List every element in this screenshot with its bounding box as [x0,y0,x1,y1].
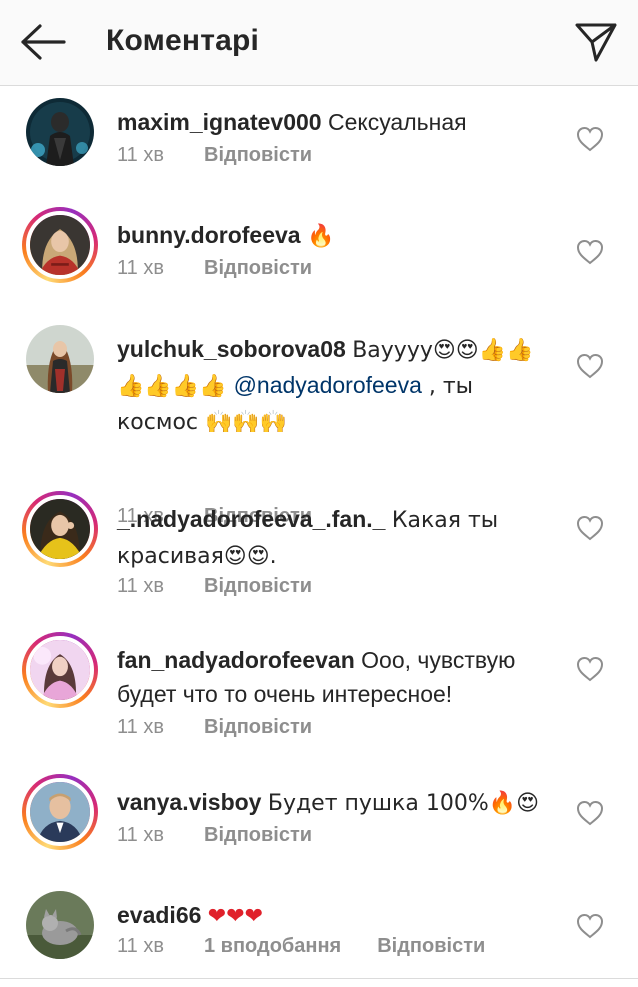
comment-time: 11 хв [117,144,164,166]
comment-meta: 11 хв Відповісти [117,824,312,847]
avatar[interactable] [22,887,98,963]
divider [0,978,638,979]
comment-time: 11 хв [117,257,164,279]
avatar[interactable] [22,491,98,567]
comment-meta: 11 хв Відповісти [117,144,312,167]
page-title: Коментарі [106,24,260,57]
comment-body: Сексуальная [327,109,467,135]
heart-icon[interactable] [576,913,604,939]
comment-body: 🔥 [307,224,335,249]
comment-body: Будет пушка 100%🔥😍 [267,791,540,816]
comment-text: evadi66 ❤❤❤ [117,898,547,934]
avatar-image [26,636,94,704]
heart-icon[interactable] [576,656,604,682]
avatar[interactable] [22,632,98,708]
avatar-image [26,495,94,563]
comment-text: bunny.dorofeeva 🔥 [117,218,547,254]
comment-username[interactable]: bunny.dorofeeva [117,222,301,248]
heart-icon[interactable] [576,353,604,379]
avatar-image [26,778,94,846]
heart-icon[interactable] [576,515,604,541]
comment-username[interactable]: evadi66 [117,902,201,928]
comment-time: 11 хв [117,575,164,597]
comment-meta: 11 хв Відповісти [117,716,312,739]
comment-text: yulchuk_soborova08 Вауууу😍😍👍👍👍👍👍👍 @nadya… [117,332,547,440]
comment-meta: 11 хв Відповісти [117,575,312,598]
comment-body: ❤❤❤ [207,904,264,929]
likes-count[interactable]: 1 вподобання [204,935,341,957]
comment-username[interactable]: vanya.visboy [117,789,261,815]
comment-username[interactable]: _.nadyadorofeeva_.fan._ [117,506,385,532]
reply-button[interactable]: Відповісти [204,575,312,597]
reply-button[interactable]: Відповісти [204,257,312,279]
reply-button[interactable]: Відповісти [377,935,485,957]
avatar[interactable] [22,321,98,397]
comment-username[interactable]: yulchuk_soborova08 [117,336,346,362]
comment-time: 11 хв [117,716,164,738]
paper-plane-icon[interactable] [574,20,618,64]
mention-link[interactable]: @nadyadorofeeva [234,372,422,398]
avatar-image [26,211,94,279]
heart-icon[interactable] [576,800,604,826]
comment-time: 11 хв [117,824,164,846]
comment-time: 11 хв [117,935,164,957]
avatar[interactable] [22,94,98,170]
heart-icon[interactable] [576,126,604,152]
avatar[interactable] [22,207,98,283]
heart-icon[interactable] [576,239,604,265]
avatar-image [26,98,94,166]
comment-meta: 11 хв Відповісти [117,257,312,280]
comment-username[interactable]: fan_nadyadorofeevan [117,647,355,673]
reply-button[interactable]: Відповісти [204,144,312,166]
comment-text: vanya.visboy Будет пушка 100%🔥😍 [117,785,547,821]
comment-text: maxim_ignatev000 Сексуальная [117,105,547,139]
reply-button[interactable]: Відповісти [204,716,312,738]
avatar-image [26,891,94,959]
top-bar: Коментарі [0,0,638,86]
comment-username[interactable]: maxim_ignatev000 [117,109,322,135]
avatar[interactable] [22,774,98,850]
comment-meta: 11 хв 1 вподобання Відповісти [117,935,485,958]
comment-text: fan_nadyadorofeevan Ооо, чувствую будет … [117,643,547,711]
avatar-image [26,325,94,393]
comment-text: _.nadyadorofeeva_.fan._ Какая ты красива… [117,502,547,574]
reply-button[interactable]: Відповісти [204,824,312,846]
arrow-left-icon[interactable] [18,22,68,62]
